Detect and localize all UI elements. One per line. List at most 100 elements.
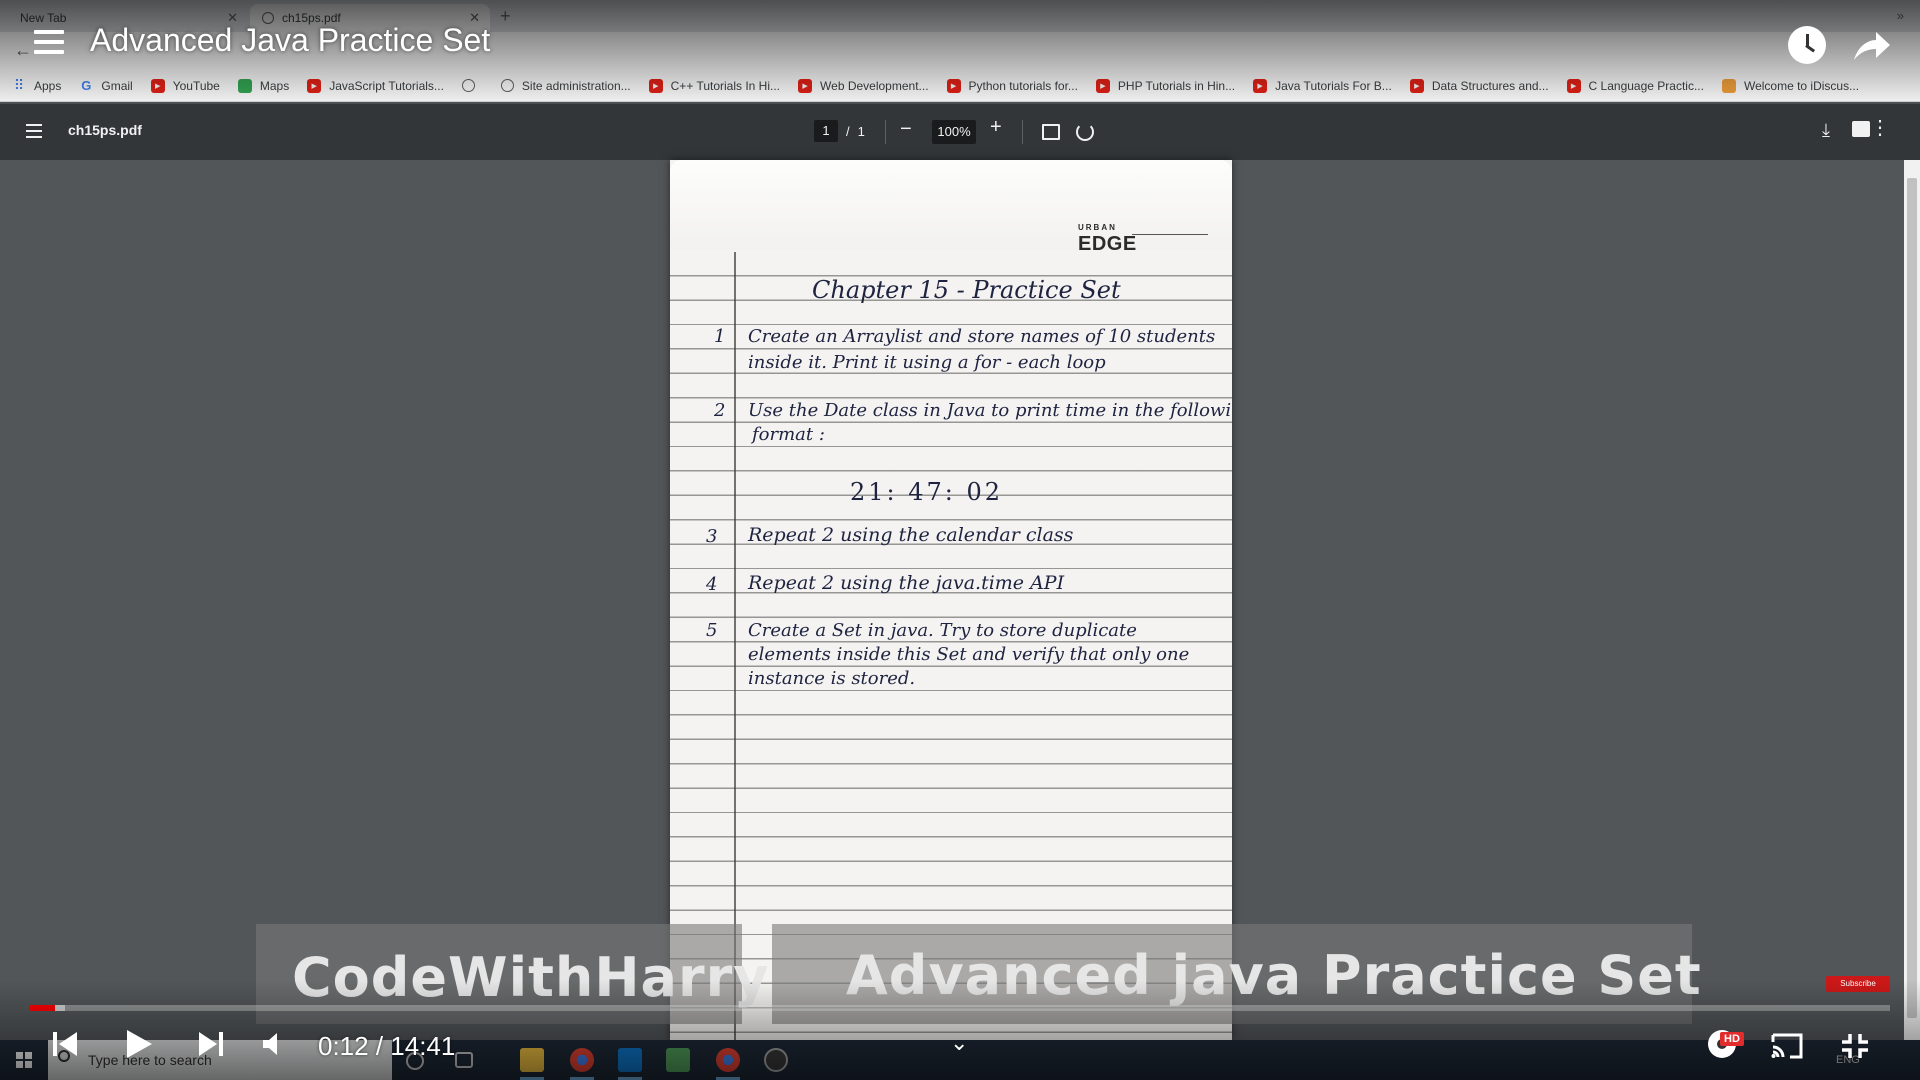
chrome-icon[interactable] xyxy=(570,1048,594,1072)
bookmark-label: Python tutorials for... xyxy=(968,78,1078,93)
question-line: elements inside this Set and verify that… xyxy=(748,644,1190,665)
video-progress-bar[interactable] xyxy=(30,1005,1890,1011)
bookmark-item[interactable]: ▶ Web Development... xyxy=(798,78,929,93)
question-line: Repeat 2 using the calendar class xyxy=(748,524,1074,546)
scrollbar-thumb[interactable] xyxy=(1907,178,1917,1018)
previous-icon[interactable] xyxy=(52,1030,78,1058)
bookmark-item[interactable]: ▶ PHP Tutorials in Hin... xyxy=(1095,78,1236,93)
question-number: 4 xyxy=(706,574,718,595)
pdf-toolbar: ch15ps.pdf 1 / 1 − 100% + ⤓ ⋮ xyxy=(0,104,1920,160)
question-line: Use the Date class in Java to print time… xyxy=(748,400,1232,421)
question-number: 5 xyxy=(706,620,718,641)
bookmark-item[interactable]: ⠿ Apps xyxy=(12,77,62,93)
margin-line xyxy=(734,252,736,1040)
maps-icon xyxy=(237,78,252,93)
youtube-icon: ▶ xyxy=(798,78,813,93)
volume-icon[interactable] xyxy=(262,1032,288,1056)
pdf-filename: ch15ps.pdf xyxy=(68,122,142,138)
page-number-input[interactable]: 1 xyxy=(814,120,838,142)
video-time-display: 0:12 / 14:41 xyxy=(318,1031,456,1061)
youtube-icon: ▶ xyxy=(307,78,322,93)
rotate-icon[interactable] xyxy=(1076,123,1094,141)
globe-icon xyxy=(500,79,514,92)
bookmark-item[interactable]: ▶ Java Tutorials For B... xyxy=(1253,78,1392,93)
chapter-title: Chapter 15 - Practice Set xyxy=(812,276,1121,304)
idiscuss-icon xyxy=(1721,78,1736,93)
bookmark-item[interactable]: Maps xyxy=(237,78,290,93)
bookmark-item[interactable]: ▶ C Language Practic... xyxy=(1566,78,1704,93)
menu-icon[interactable] xyxy=(26,124,42,142)
question-line: format : xyxy=(752,424,825,445)
bookmarks-more-button[interactable]: » xyxy=(1897,8,1904,23)
zoom-in-button[interactable]: + xyxy=(990,116,1002,139)
task-view-icon[interactable] xyxy=(455,1052,473,1068)
bookmark-item[interactable]: Site administration... xyxy=(500,78,631,93)
zoom-out-button[interactable]: − xyxy=(900,118,912,141)
bookmark-label: Maps xyxy=(259,78,290,93)
question-number: 2 xyxy=(714,400,726,421)
fit-to-page-icon[interactable] xyxy=(1042,124,1060,140)
bookmark-label: PHP Tutorials in Hin... xyxy=(1117,78,1236,93)
obs-icon[interactable] xyxy=(764,1048,788,1072)
question-line: instance is stored. xyxy=(748,668,916,689)
hd-badge: HD xyxy=(1720,1032,1744,1046)
watch-later-icon[interactable] xyxy=(1788,26,1826,64)
vscode-icon[interactable] xyxy=(618,1048,642,1072)
video-title[interactable]: Advanced Java Practice Set xyxy=(90,22,490,59)
bookmark-label: C++ Tutorials In Hi... xyxy=(670,78,781,93)
chrome-icon[interactable] xyxy=(716,1048,740,1072)
notebook-brand-logo: URBAN EDGE xyxy=(1078,220,1137,255)
new-tab-button[interactable]: + xyxy=(500,6,511,27)
back-arrow-icon[interactable]: ← xyxy=(14,40,32,61)
bookmark-label: Data Structures and... xyxy=(1431,78,1549,93)
bookmark-item[interactable]: ▶ Python tutorials for... xyxy=(946,78,1078,93)
youtube-icon: ▶ xyxy=(1095,78,1110,93)
page-header-area xyxy=(670,160,1232,250)
bookmark-item[interactable]: ▶ JavaScript Tutorials... xyxy=(307,78,444,93)
chevron-down-icon[interactable]: ⌄ xyxy=(950,1030,968,1056)
bookmark-item[interactable] xyxy=(461,79,483,92)
bookmark-label: Site administration... xyxy=(521,78,631,93)
bookmark-label: Welcome to iDiscus... xyxy=(1743,78,1860,93)
subscribe-watermark[interactable]: Subscribe xyxy=(1826,976,1890,992)
pdf-page: URBAN EDGE Chapter 15 - Practice Set 1 C… xyxy=(670,160,1232,1040)
share-icon[interactable] xyxy=(1852,28,1892,64)
bookmark-item[interactable]: ▶ C++ Tutorials In Hi... xyxy=(648,78,781,93)
bookmark-label: JavaScript Tutorials... xyxy=(329,78,444,93)
bookmark-item[interactable]: G Gmail xyxy=(79,78,132,93)
bookmark-item[interactable]: ▶ Data Structures and... xyxy=(1409,78,1549,93)
next-icon[interactable] xyxy=(198,1030,224,1058)
playlist-menu-icon[interactable] xyxy=(34,30,64,56)
toolbar-divider xyxy=(885,120,886,144)
print-icon[interactable] xyxy=(1852,121,1870,137)
windows-start-icon[interactable] xyxy=(16,1052,32,1068)
youtube-icon: ▶ xyxy=(1409,78,1424,93)
zoom-level[interactable]: 100% xyxy=(932,120,976,144)
channel-name-banner: CodeWithHarry xyxy=(292,946,770,1009)
screen: New Tab ✕ ch15ps.pdf ✕ + ← ⠿ Apps G Gmail ▶ Y… xyxy=(0,0,1920,1080)
question-line: inside it. Print it using a for - each l… xyxy=(748,352,1106,373)
question-line: Repeat 2 using the java.time API xyxy=(748,572,1065,594)
question-number: 1 xyxy=(714,326,726,347)
download-icon[interactable]: ⤓ xyxy=(1822,120,1830,141)
time-format-example: 21: 47: 02 xyxy=(850,478,1004,506)
youtube-icon: ▶ xyxy=(1253,78,1268,93)
play-icon[interactable] xyxy=(124,1028,154,1060)
progress-played xyxy=(30,1005,56,1011)
bookmark-item[interactable]: Welcome to iDiscus... xyxy=(1721,78,1860,93)
date-line xyxy=(1132,234,1208,235)
bookmark-item[interactable]: ▶ YouTube xyxy=(150,78,220,93)
globe-icon xyxy=(461,79,475,92)
youtube-icon: ▶ xyxy=(648,78,663,93)
total-pages: 1 xyxy=(857,123,865,139)
bookmark-label: Apps xyxy=(34,78,62,93)
more-options-icon[interactable]: ⋮ xyxy=(1870,118,1890,138)
cast-icon[interactable] xyxy=(1770,1033,1804,1059)
exit-fullscreen-icon[interactable] xyxy=(1840,1032,1870,1060)
bookmark-label: Java Tutorials For B... xyxy=(1275,78,1392,93)
apps-grid-icon: ⠿ xyxy=(13,77,25,93)
file-explorer-icon[interactable] xyxy=(520,1048,544,1072)
notepad-plus-plus-icon[interactable] xyxy=(666,1048,690,1072)
tab-label: New Tab xyxy=(20,11,67,25)
brand-name: EDGE xyxy=(1078,233,1137,255)
